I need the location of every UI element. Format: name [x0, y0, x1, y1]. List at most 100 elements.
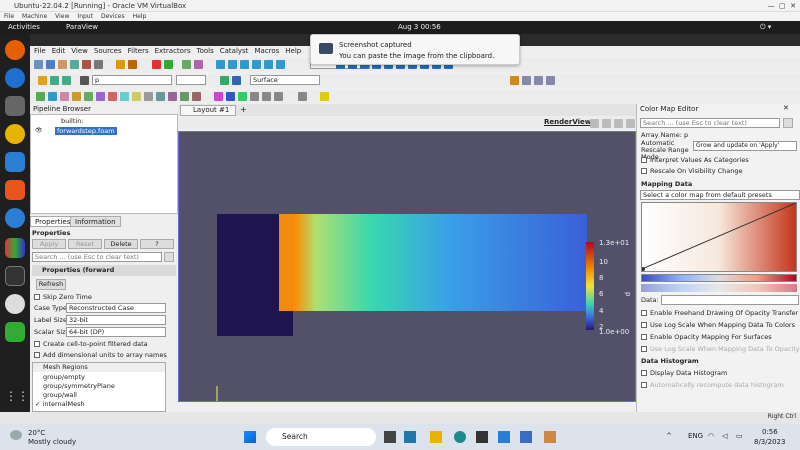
- terminal-icon[interactable]: [5, 266, 25, 286]
- disc-icon[interactable]: [5, 294, 25, 314]
- slice-icon[interactable]: [72, 92, 81, 101]
- contour-icon[interactable]: [48, 92, 57, 101]
- opacity-surfaces-checkbox[interactable]: Enable Opacity Mapping For Surfaces: [641, 333, 772, 341]
- menu-catalyst[interactable]: Catalyst: [220, 47, 249, 55]
- menu-help[interactable]: Help: [285, 47, 301, 55]
- pan-icon[interactable]: [546, 76, 555, 85]
- volume-icon[interactable]: ◁: [722, 432, 727, 440]
- maximize-icon[interactable]: [614, 119, 623, 128]
- connect-icon[interactable]: [82, 60, 91, 69]
- rescale-icon[interactable]: [220, 76, 229, 85]
- camera-undo-icon[interactable]: [182, 60, 191, 69]
- pipeline-item-forwardstep[interactable]: forwardstep.foam: [55, 127, 117, 135]
- vbox-menu-view[interactable]: View: [55, 13, 69, 20]
- task-view-icon[interactable]: [384, 431, 396, 443]
- rotate-z-icon[interactable]: [534, 76, 543, 85]
- taskbar-date[interactable]: 8/3/2023: [754, 438, 785, 446]
- properties-group-header[interactable]: Properties (forward: [32, 265, 176, 276]
- menu-edit[interactable]: Edit: [52, 47, 66, 55]
- data-input[interactable]: [661, 295, 799, 305]
- clock[interactable]: Aug 3 00:56: [398, 21, 441, 34]
- advanced-gear-icon[interactable]: [164, 252, 174, 262]
- thunderbird-icon[interactable]: [5, 68, 25, 88]
- properties-search-input[interactable]: Search ... (use Esc to clear text): [32, 252, 162, 262]
- ubuntu-vm-icon[interactable]: [544, 431, 556, 443]
- wifi-icon[interactable]: ◠: [708, 432, 714, 440]
- interact-colormap-icon[interactable]: [50, 76, 59, 85]
- layout-tab[interactable]: Layout #1: [180, 105, 236, 116]
- extract-level-icon[interactable]: [156, 92, 165, 101]
- histogram-icon[interactable]: [226, 92, 235, 101]
- next-frame-icon[interactable]: [252, 60, 261, 69]
- rescale-visibility-checkbox[interactable]: Rescale On Visibility Change: [641, 167, 743, 175]
- split-vertical-icon[interactable]: [602, 119, 611, 128]
- auto-rescale-select[interactable]: Grow and update on 'Apply': [693, 141, 797, 151]
- more-icon[interactable]: [298, 92, 307, 101]
- battery-icon[interactable]: ▭: [736, 432, 743, 440]
- plot-over-line-icon[interactable]: [214, 92, 223, 101]
- cell-to-point-checkbox[interactable]: Create cell-to-point filtered data: [34, 339, 148, 349]
- widgets-icon[interactable]: [404, 431, 416, 443]
- extract-subset-icon[interactable]: [96, 92, 105, 101]
- apply-button[interactable]: Apply: [32, 239, 66, 249]
- stream-tracer-icon[interactable]: [120, 92, 129, 101]
- skip-zero-time-checkbox[interactable]: Skip Zero Time: [34, 292, 92, 302]
- delete-button[interactable]: Delete: [104, 239, 138, 249]
- pipeline-item-builtin[interactable]: builtin:: [61, 117, 84, 125]
- trash-icon[interactable]: [5, 322, 25, 342]
- group-icon[interactable]: [144, 92, 153, 101]
- help-icon[interactable]: [116, 60, 125, 69]
- ruler-icon[interactable]: [320, 92, 329, 101]
- weather-desc[interactable]: Mostly cloudy: [28, 438, 76, 446]
- reset-button[interactable]: Reset: [68, 239, 102, 249]
- freehand-checkbox[interactable]: Enable Freehand Drawing Of Opacity Trans…: [641, 309, 800, 317]
- save-icon[interactable]: [46, 60, 55, 69]
- activities-button[interactable]: Activities: [8, 21, 40, 34]
- mesh-item[interactable]: group/empty: [43, 373, 85, 381]
- filter-misc-icon[interactable]: [168, 92, 177, 101]
- vbox-menu-devices[interactable]: Devices: [101, 13, 125, 20]
- eye-icon[interactable]: 👁: [35, 127, 43, 134]
- split-horizontal-icon[interactable]: [590, 119, 599, 128]
- firefox-icon[interactable]: [5, 40, 25, 60]
- mesh-item[interactable]: group/wall: [43, 391, 77, 399]
- refresh-button[interactable]: Refresh: [36, 279, 66, 290]
- tray-chevron-icon[interactable]: ^: [666, 432, 672, 440]
- vbox-menu-input[interactable]: Input: [77, 13, 93, 20]
- virtualbox-icon[interactable]: [520, 431, 532, 443]
- load-state-icon[interactable]: [58, 60, 67, 69]
- vbox-menu-file[interactable]: File: [4, 13, 14, 20]
- tab-information[interactable]: Information: [70, 216, 121, 227]
- display-histogram-checkbox[interactable]: Display Data Histogram: [641, 369, 727, 377]
- paraview-icon[interactable]: [5, 238, 25, 258]
- menu-view[interactable]: View: [71, 47, 88, 55]
- undo-icon[interactable]: [152, 60, 161, 69]
- python-shell-icon[interactable]: [274, 92, 283, 101]
- label-size-select[interactable]: 32-bit: [66, 315, 166, 325]
- interpret-categories-checkbox[interactable]: Interpret Values As Categories: [641, 156, 749, 164]
- add-layout-icon[interactable]: +: [240, 105, 247, 114]
- camera-redo-icon[interactable]: [194, 60, 203, 69]
- open-icon[interactable]: [34, 60, 43, 69]
- color-by-select[interactable]: p: [92, 75, 172, 85]
- auto-histogram-checkbox[interactable]: Automatically recompute data histogram: [641, 381, 784, 389]
- app-menu[interactable]: ParaView: [66, 21, 98, 34]
- writer-icon[interactable]: [5, 152, 25, 172]
- language-indicator[interactable]: ENG: [688, 432, 703, 440]
- calculator-icon[interactable]: [36, 92, 45, 101]
- edge-icon[interactable]: [454, 431, 466, 443]
- mesh-item-checked[interactable]: ✓ internalMesh: [35, 400, 85, 408]
- selection-colormap-icon[interactable]: [62, 76, 71, 85]
- disconnect-icon[interactable]: [94, 60, 103, 69]
- filter-misc-3-icon[interactable]: [192, 92, 201, 101]
- text-icon[interactable]: [250, 92, 259, 101]
- log-colors-checkbox[interactable]: Use Log Scale When Mapping Data To Color…: [641, 321, 795, 329]
- cme-gear-icon[interactable]: [783, 118, 793, 128]
- window-controls[interactable]: — ▢ ✕: [768, 0, 796, 12]
- mesh-regions-header[interactable]: Mesh Regions: [33, 363, 165, 372]
- system-tray-icon[interactable]: ⏻ ▾: [760, 21, 771, 34]
- app-center-icon[interactable]: [5, 180, 25, 200]
- log-opacity-checkbox[interactable]: Use Log Scale When Mapping Data To Opaci…: [641, 345, 800, 353]
- representation-select[interactable]: Surface: [250, 75, 320, 85]
- cme-search-input[interactable]: Search ... (use Esc to clear text): [640, 118, 780, 128]
